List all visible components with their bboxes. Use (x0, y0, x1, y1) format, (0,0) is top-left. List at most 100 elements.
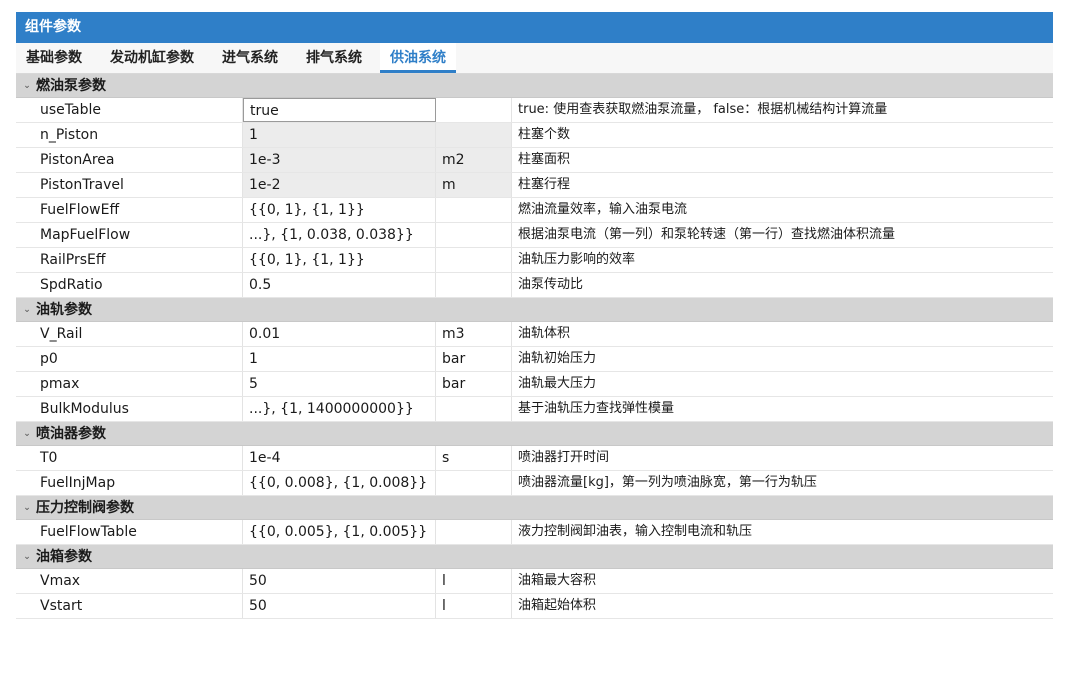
param-name: Vstart (16, 594, 243, 618)
param-name: V_Rail (16, 322, 243, 346)
param-unit: m3 (436, 322, 512, 346)
param-name: SpdRatio (16, 273, 243, 297)
group-title: 油箱参数 (36, 548, 92, 565)
param-description: 喷油器流量[kg]，第一列为喷油脉宽，第一行为轨压 (518, 475, 817, 490)
chevron-down-icon[interactable]: ⌄ (18, 545, 36, 569)
param-unit: m2 (436, 148, 512, 172)
group-header[interactable]: ⌄ 油轨参数 (16, 298, 1053, 322)
param-description: 油轨压力影响的效率 (518, 252, 636, 267)
param-description: 油轨初始压力 (518, 351, 597, 366)
param-value-field[interactable]: 1e-2 (243, 173, 436, 197)
param-description: 基于油轨压力查找弹性模量 (518, 401, 675, 416)
param-unit: s (436, 446, 512, 470)
param-description: 柱塞面积 (518, 152, 571, 167)
param-name: FuelFlowEff (16, 198, 243, 222)
property-row: p0 1 bar 油轨初始压力 (16, 347, 1053, 372)
property-row: FuelFlowEff {{0, 1}, {1, 1}} 燃油流量效率，输入油泵电流 (16, 198, 1053, 223)
param-value-field[interactable]: 1 (243, 347, 436, 371)
property-row: FuelInjMap {{0, 0.008}, {1, 0.008}} 喷油器流量[… (16, 471, 1053, 496)
tab-exhaust-system[interactable]: 排气系统 (296, 43, 372, 73)
param-unit: l (436, 594, 512, 618)
param-value-field[interactable]: 0.5 (243, 273, 436, 297)
tab-basic-params[interactable]: 基础参数 (16, 43, 92, 73)
property-row: T0 1e-4 s 喷油器打开时间 (16, 446, 1053, 471)
param-value-field[interactable]: ...}, {1, 0.038, 0.038}} (243, 223, 436, 247)
param-unit (436, 471, 512, 495)
param-name: p0 (16, 347, 243, 371)
param-name: RailPrsEff (16, 248, 243, 272)
tab-engine-cylinder-params[interactable]: 发动机缸参数 (100, 43, 204, 73)
param-description: 柱塞行程 (518, 177, 571, 192)
param-value-field[interactable]: {{0, 1}, {1, 1}} (243, 248, 436, 272)
param-description: 油箱起始体积 (518, 598, 597, 613)
param-name: pmax (16, 372, 243, 396)
tab-bar: 基础参数 发动机缸参数 进气系统 排气系统 供油系统 (16, 43, 1053, 74)
property-row: Vmax 50 l 油箱最大容积 (16, 569, 1053, 594)
property-row: MapFuelFlow...}, {1, 0.038, 0.038}} 根据油泵电… (16, 223, 1053, 248)
tab-intake-system[interactable]: 进气系统 (212, 43, 288, 73)
chevron-down-icon[interactable]: ⌄ (18, 74, 36, 98)
param-unit (436, 123, 512, 147)
property-grid: ⌄ 燃油泵参数 useTable true true: 使用查表获取燃油泵流量， fal… (16, 74, 1053, 619)
param-value-field[interactable]: {{0, 1}, {1, 1}} (243, 198, 436, 222)
param-unit (436, 520, 512, 544)
param-value-field[interactable]: 1e-3 (243, 148, 436, 172)
param-description: 油泵传动比 (518, 277, 584, 292)
panel-title: 组件参数 (16, 12, 1053, 43)
param-value-field[interactable]: {{0, 0.005}, {1, 0.005}} (243, 520, 436, 544)
param-value-field[interactable]: 1 (243, 123, 436, 147)
param-value-field[interactable]: ...}, {1, 1400000000}} (243, 397, 436, 421)
param-value-field[interactable]: 5 (243, 372, 436, 396)
property-row: pmax 5 bar 油轨最大压力 (16, 372, 1053, 397)
param-name: PistonArea (16, 148, 243, 172)
param-description: true: 使用查表获取燃油泵流量， false：根据机械结构计算流量 (518, 102, 888, 117)
group-title: 油轨参数 (36, 301, 92, 318)
param-description: 油轨最大压力 (518, 376, 597, 391)
chevron-down-icon[interactable]: ⌄ (18, 422, 36, 446)
param-description: 油轨体积 (518, 326, 571, 341)
property-row: V_Rail 0.01 m3 油轨体积 (16, 322, 1053, 347)
property-row: PistonTravel 1e-2 m 柱塞行程 (16, 173, 1053, 198)
param-unit (436, 397, 512, 421)
param-unit: m (436, 173, 512, 197)
param-unit (436, 198, 512, 222)
property-row: useTable true true: 使用查表获取燃油泵流量， false：根据机… (16, 98, 1053, 123)
group-title: 压力控制阀参数 (36, 499, 134, 516)
property-row: PistonArea 1e-3 m2 柱塞面积 (16, 148, 1053, 173)
param-unit (436, 223, 512, 247)
param-value-field[interactable]: 50 (243, 594, 436, 618)
param-description: 根据油泵电流（第一列）和泵轮转速（第一行）查找燃油体积流量 (518, 227, 896, 242)
group-header[interactable]: ⌄ 燃油泵参数 (16, 74, 1053, 98)
property-row: FuelFlowTable {{0, 0.005}, {1, 0.005}} 液力控… (16, 520, 1053, 545)
property-row: SpdRatio 0.5 油泵传动比 (16, 273, 1053, 298)
param-value-field[interactable]: 1e-4 (243, 446, 436, 470)
param-value-field[interactable]: true (243, 98, 436, 122)
param-name: n_Piston (16, 123, 243, 147)
group-header[interactable]: ⌄ 压力控制阀参数 (16, 496, 1053, 520)
param-value-field[interactable]: {{0, 0.008}, {1, 0.008}} (243, 471, 436, 495)
tab-fuel-system[interactable]: 供油系统 (380, 43, 456, 73)
param-description: 液力控制阀卸油表，输入控制电流和轨压 (518, 524, 753, 539)
param-value-field[interactable]: 0.01 (243, 322, 436, 346)
param-unit: bar (436, 347, 512, 371)
component-parameters-panel: 组件参数 基础参数 发动机缸参数 进气系统 排气系统 供油系统 ⌄ 燃油泵参数 us… (16, 12, 1053, 696)
param-name: FuelFlowTable (16, 520, 243, 544)
param-unit: l (436, 569, 512, 593)
param-name: PistonTravel (16, 173, 243, 197)
chevron-down-icon[interactable]: ⌄ (18, 496, 36, 520)
param-description: 油箱最大容积 (518, 573, 597, 588)
param-description: 柱塞个数 (518, 127, 571, 142)
param-description: 燃油流量效率，输入油泵电流 (518, 202, 688, 217)
param-unit: bar (436, 372, 512, 396)
group-title: 喷油器参数 (36, 425, 106, 442)
param-name: T0 (16, 446, 243, 470)
param-unit (436, 98, 512, 122)
group-header[interactable]: ⌄ 油箱参数 (16, 545, 1053, 569)
param-name: MapFuelFlow (16, 223, 243, 247)
param-name: Vmax (16, 569, 243, 593)
param-name: BulkModulus (16, 397, 243, 421)
param-unit (436, 248, 512, 272)
chevron-down-icon[interactable]: ⌄ (18, 298, 36, 322)
param-value-field[interactable]: 50 (243, 569, 436, 593)
group-header[interactable]: ⌄ 喷油器参数 (16, 422, 1053, 446)
